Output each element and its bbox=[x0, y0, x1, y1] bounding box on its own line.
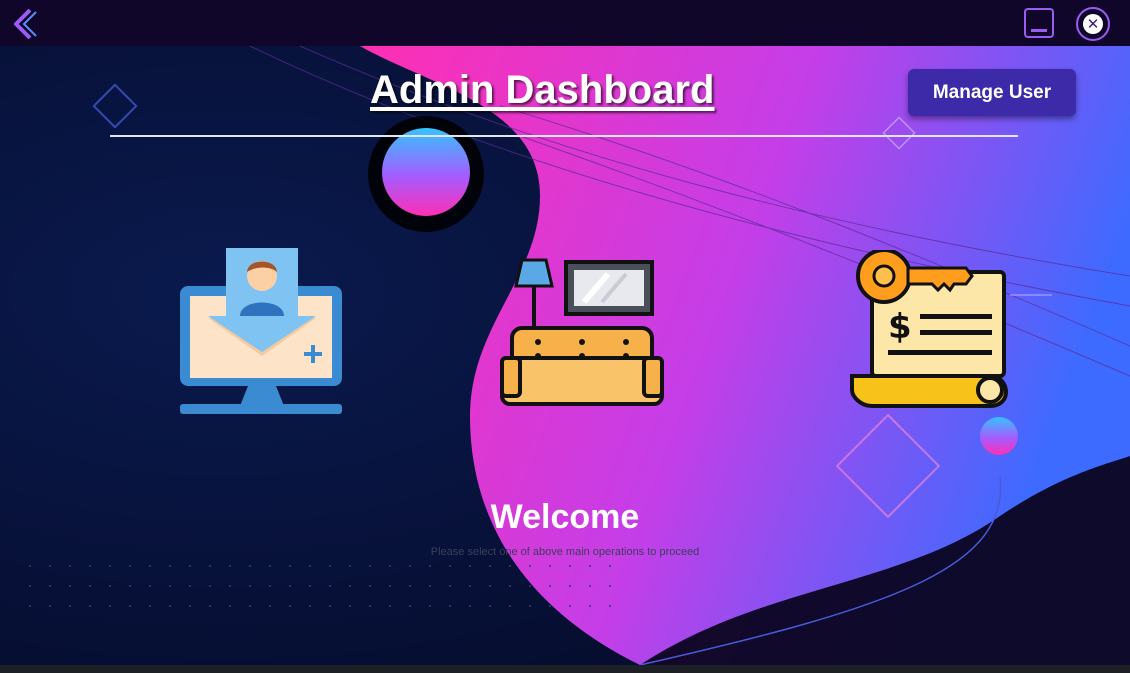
welcome-subtitle: Please select one of above main operatio… bbox=[430, 546, 700, 558]
close-icon: ✕ bbox=[1083, 14, 1103, 34]
register-tenant-tile[interactable] bbox=[178, 248, 346, 416]
rent-contract-tile[interactable]: $ bbox=[850, 250, 1010, 410]
key-contract-icon: $ bbox=[850, 250, 1009, 408]
minimize-button[interactable] bbox=[1024, 8, 1054, 38]
monitor-user-download-icon bbox=[180, 248, 342, 414]
welcome-heading: Welcome bbox=[490, 498, 640, 536]
close-button[interactable]: ✕ bbox=[1076, 7, 1110, 41]
dollar-glyph: $ bbox=[888, 307, 912, 347]
title-bar: ✕ bbox=[0, 0, 1130, 46]
chevron-left-icon bbox=[14, 8, 37, 40]
bottom-edge bbox=[0, 665, 1130, 673]
page-title: Admin Dashboard bbox=[370, 68, 715, 112]
back-button[interactable] bbox=[10, 6, 40, 42]
manage-user-button[interactable]: Manage User bbox=[908, 69, 1076, 116]
sofa-lamp-tv-icon bbox=[500, 258, 664, 406]
app-window: ✕ Admin Dashboard Manage User $ Welcome … bbox=[0, 0, 1130, 673]
title-divider bbox=[110, 135, 1018, 137]
manage-rooms-tile[interactable] bbox=[498, 256, 666, 410]
